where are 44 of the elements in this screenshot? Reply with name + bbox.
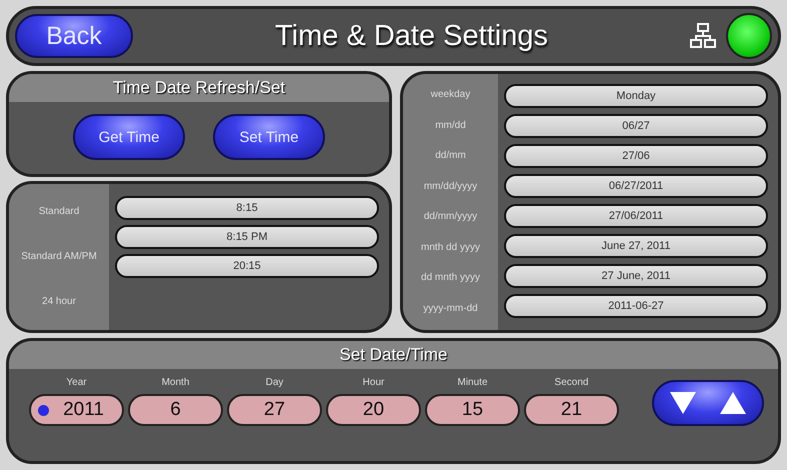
date-value-field: Monday: [504, 84, 768, 108]
down-arrow-icon: [670, 392, 696, 414]
step-button[interactable]: [652, 380, 764, 426]
panel-title: Time Date Refresh/Set: [9, 74, 389, 102]
format-label: mm/dd/yyyy: [422, 180, 478, 194]
field-label: Day: [266, 377, 284, 388]
date-value-field: 06/27: [504, 114, 768, 138]
panel-title: Set Date/Time: [9, 341, 778, 369]
format-label: Standard AM/PM: [20, 250, 98, 264]
format-label: yyyy-mm-dd: [422, 302, 479, 316]
format-label: 24 hour: [41, 294, 77, 309]
time-value-field: 8:15: [115, 196, 379, 220]
network-icon: [690, 23, 716, 49]
time-value-field: 8:15 PM: [115, 225, 379, 249]
format-label: Standard: [38, 205, 80, 220]
field-label: Hour: [362, 377, 384, 388]
date-value-field: 27/06/2011: [504, 204, 768, 228]
field-label: Second: [554, 377, 588, 388]
format-label: weekday: [430, 88, 472, 102]
format-label: mm/dd: [434, 118, 467, 133]
screen-title: Time & Date Settings: [274, 20, 549, 52]
value-field[interactable]: 6: [128, 394, 223, 426]
date-value-field: June 27, 2011: [504, 234, 768, 258]
value-field[interactable]: 27: [227, 394, 322, 426]
format-label: dd mnth yyyy: [420, 271, 481, 286]
date-value-field: 27 June, 2011: [504, 264, 768, 288]
date-value-field: 27/06: [504, 144, 768, 168]
date-value-field: 2011-06-27: [504, 294, 768, 318]
time-value-field: 20:15: [115, 254, 379, 278]
format-label: mnth dd yyyy: [420, 240, 481, 255]
field-label: Year: [66, 377, 87, 388]
set-time-button[interactable]: Set Time: [213, 114, 325, 160]
field-label: Month: [162, 377, 190, 388]
format-label: dd/mm: [434, 149, 467, 164]
value-field[interactable]: 15: [425, 394, 520, 426]
date-value-field: 06/27/2011: [504, 174, 768, 198]
value-field[interactable]: 20: [326, 394, 421, 426]
value-field[interactable]: 2011: [29, 394, 124, 426]
get-time-button[interactable]: Get Time: [73, 114, 185, 160]
value-field[interactable]: 21: [524, 394, 619, 426]
format-label: dd/mm/yyyy: [422, 210, 478, 224]
up-arrow-icon: [720, 392, 746, 414]
back-button[interactable]: Back: [15, 14, 133, 58]
field-label: Minute: [457, 377, 488, 388]
